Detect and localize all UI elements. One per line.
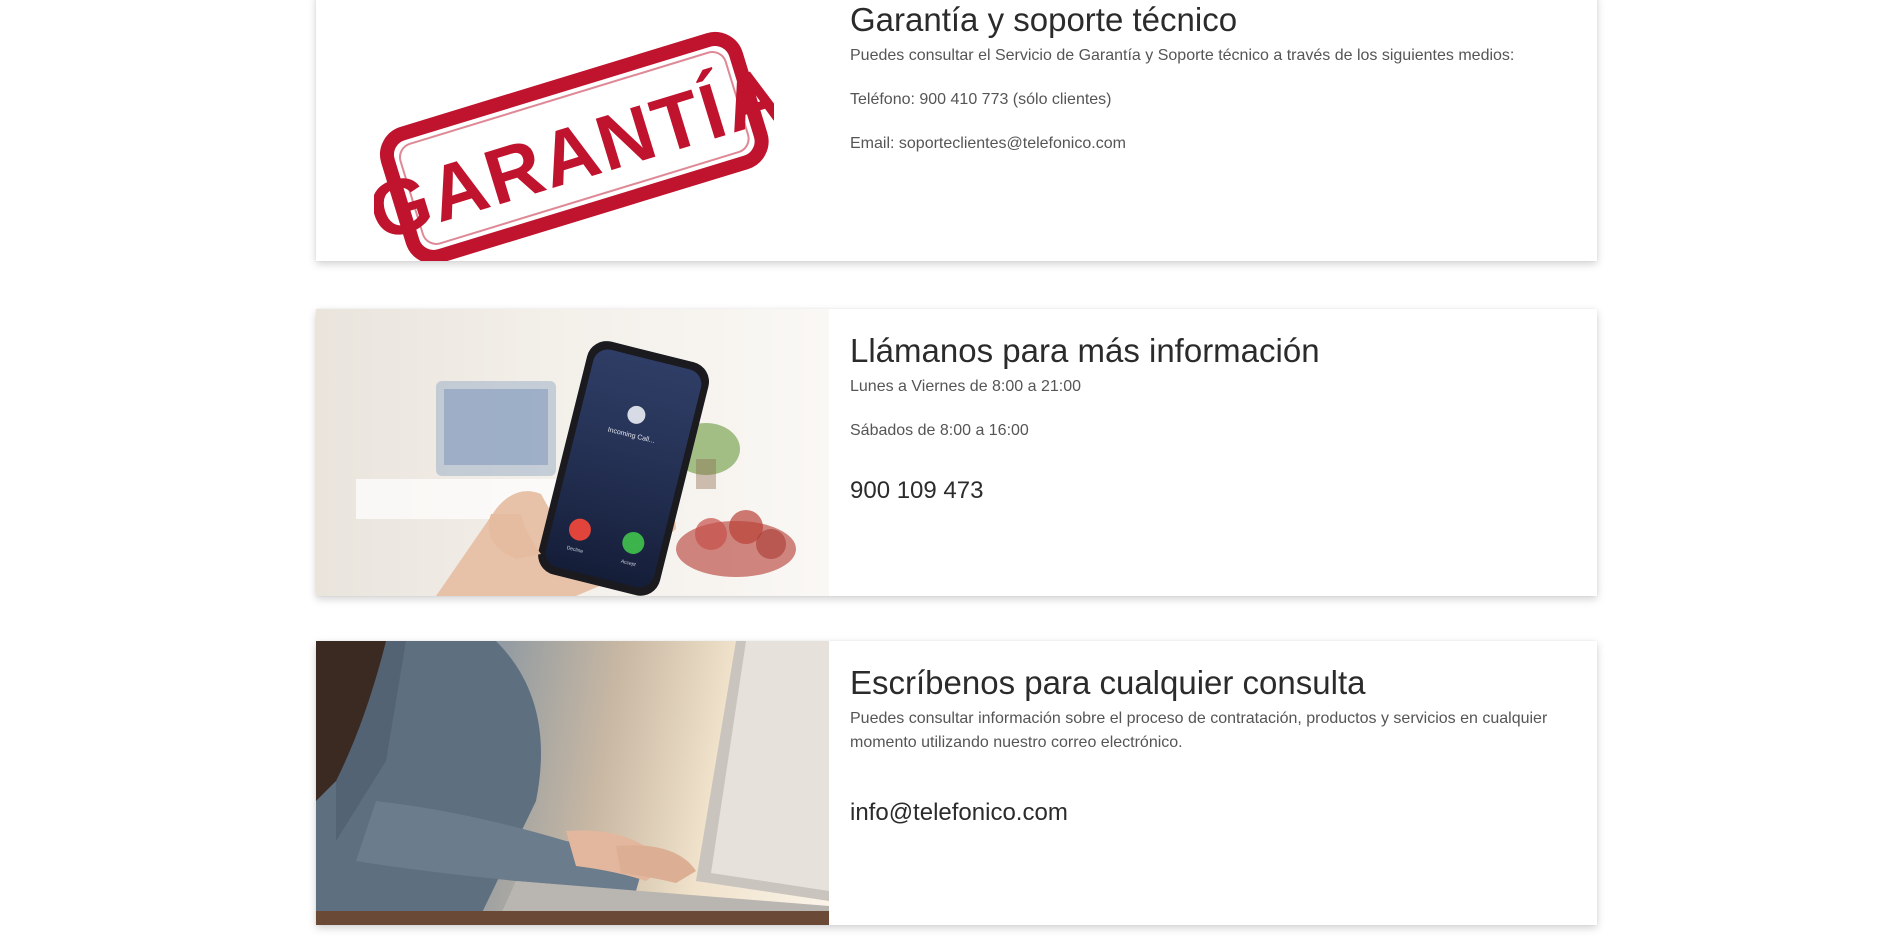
info-email-link[interactable]: info@telefonico.com [850,799,1557,827]
call-card: Incoming Call... Decline Accept Llámanos… [316,309,1597,596]
weekday-hours: Lunes a Viernes de 8:00 a 21:00 [850,377,1081,395]
warranty-title: Garantía y soporte técnico [850,1,1238,38]
warranty-phone: Teléfono: 900 410 773 (sólo clientes) [850,90,1112,108]
warranty-email: Email: soporteclientes@telefonico.com [850,134,1126,152]
phone-image: Incoming Call... Decline Accept [316,309,829,596]
warranty-intro: Puedes consultar el Servicio de Garantía… [850,46,1515,64]
laptop-image [316,641,829,925]
write-description: Puedes consultar información sobre el pr… [850,709,1548,751]
warranty-card: GARANTÍA Garantía y soporte técnico Pued… [316,0,1597,261]
phone-number-link[interactable]: 900 109 473 [850,477,1557,505]
saturday-hours: Sábados de 8:00 a 16:00 [850,421,1029,439]
write-card: Escríbenos para cualquier consulta Puede… [316,641,1597,925]
write-body: Escríbenos para cualquier consulta Puede… [829,641,1597,925]
call-title: Llámanos para más información [850,332,1320,369]
call-body: Llámanos para más información Lunes a Vi… [829,309,1597,596]
write-title: Escríbenos para cualquier consulta [850,664,1366,701]
warranty-image: GARANTÍA [316,0,829,261]
warranty-stamp: GARANTÍA [358,22,793,261]
page: GARANTÍA Garantía y soporte técnico Pued… [0,0,1899,940]
warranty-body: Garantía y soporte técnico Puedes consul… [829,0,1597,261]
